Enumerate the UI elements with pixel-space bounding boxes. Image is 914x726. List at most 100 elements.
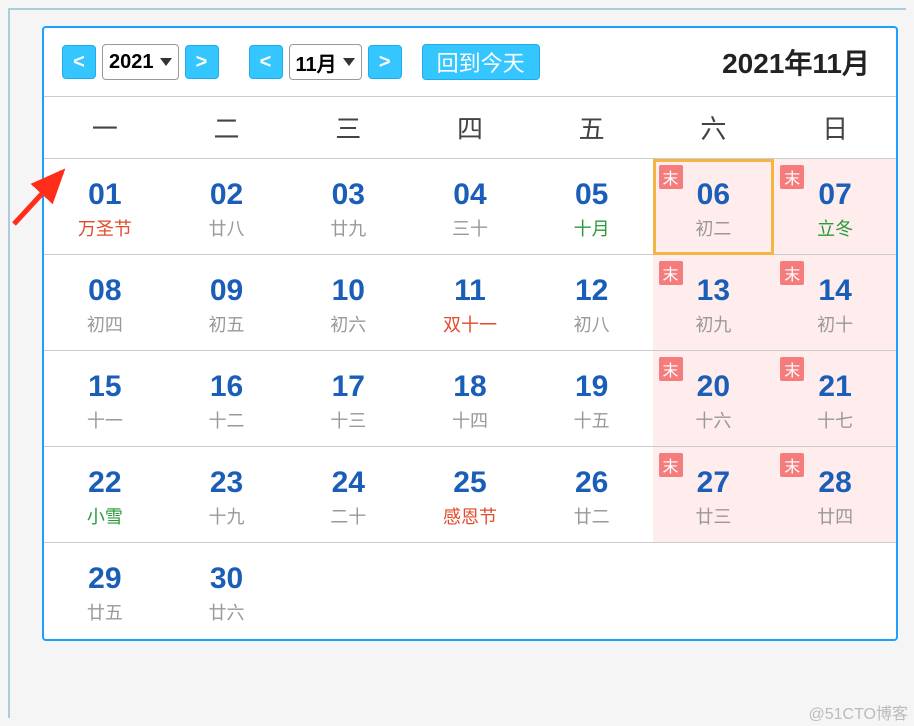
day-sub-label: 初五 [166, 311, 288, 337]
calendar-day-cell[interactable]: 08 初四 [44, 255, 166, 351]
day-sub-label: 初二 [653, 215, 775, 241]
weekday-header: 六 [653, 97, 775, 159]
calendar-day-cell[interactable]: 04三十 [409, 159, 531, 255]
day-sub-label: 十月 [531, 215, 653, 241]
calendar-day-cell[interactable]: 26 廿二 [531, 447, 653, 543]
day-sub-label: 二十 [287, 503, 409, 529]
calendar-day-cell[interactable]: 末20十六 [653, 351, 775, 447]
calendar-controls: < 2021 > < 11月 > 回到今天 2021年11月 [44, 42, 896, 96]
weekend-badge: 末 [780, 453, 804, 477]
weekend-badge: 末 [659, 165, 683, 189]
calendar-day-cell[interactable]: 11 双十一 [409, 255, 531, 351]
calendar-day-cell[interactable]: 末27廿三 [653, 447, 775, 543]
day-number: 08 [44, 274, 166, 307]
calendar-day-cell[interactable]: 17十三 [287, 351, 409, 447]
calendar-day-cell[interactable]: 30 廿六 [166, 543, 288, 639]
day-sub-label: 十九 [166, 503, 288, 529]
day-sub-label: 廿二 [531, 503, 653, 529]
day-number: 24 [287, 466, 409, 499]
day-sub-label: 廿四 [774, 503, 896, 529]
calendar-day-cell[interactable]: 18十四 [409, 351, 531, 447]
day-number: 22 [44, 466, 166, 499]
year-value: 2021 [109, 51, 154, 74]
weekend-badge: 末 [780, 357, 804, 381]
day-sub-label: 十七 [774, 407, 896, 433]
calendar-day-cell[interactable]: 末28廿四 [774, 447, 896, 543]
day-sub-label: 小雪 [44, 503, 166, 529]
day-sub-label: 双十一 [409, 311, 531, 337]
calendar-day-cell[interactable]: 25感恩节 [409, 447, 531, 543]
calendar-table: 一二三四五六日 01万圣节02廿八03廿九04三十05十月末06初二末07立冬0… [44, 96, 896, 639]
day-sub-label: 十六 [653, 407, 775, 433]
calendar-day-cell[interactable]: 22 小雪 [44, 447, 166, 543]
calendar-day-cell[interactable]: 末14初十 [774, 255, 896, 351]
calendar-week-row: 15 十一16十二17十三18十四19十五末20十六末21十七 [44, 351, 896, 447]
day-number: 10 [287, 274, 409, 307]
day-sub-label: 十五 [531, 407, 653, 433]
calendar-day-cell[interactable]: 09 初五 [166, 255, 288, 351]
calendar-day-cell[interactable]: 末21十七 [774, 351, 896, 447]
day-number: 09 [166, 274, 288, 307]
calendar-title: 2021年11月 [722, 42, 878, 82]
calendar-day-cell[interactable]: 29廿五 [44, 543, 166, 639]
day-sub-label: 廿八 [166, 215, 288, 241]
calendar-day-cell[interactable]: 12初八 [531, 255, 653, 351]
next-year-button[interactable]: > [185, 45, 219, 79]
calendar-week-row: 29廿五30 廿六 [44, 543, 896, 639]
prev-month-button[interactable]: < [249, 45, 283, 79]
calendar-day-cell[interactable]: 19十五 [531, 351, 653, 447]
calendar-day-cell[interactable]: 02廿八 [166, 159, 288, 255]
day-sub-label: 十三 [287, 407, 409, 433]
chevron-down-icon [343, 58, 355, 66]
day-number: 30 [166, 562, 288, 595]
day-number: 03 [287, 178, 409, 211]
day-number: 01 [44, 178, 166, 211]
next-month-button[interactable]: > [368, 45, 402, 79]
calendar-widget: < 2021 > < 11月 > 回到今天 2021年11月 一二三四五六日 0… [42, 26, 898, 641]
calendar-day-cell[interactable]: 05 十月 [531, 159, 653, 255]
calendar-week-row: 01 万圣节02廿八03廿九04三十05 十月末06初二末07立冬 [44, 159, 896, 255]
calendar-day-cell[interactable]: 24 二十 [287, 447, 409, 543]
watermark-text: @51CTO博客 [808, 700, 908, 724]
day-sub-label: 十一 [44, 407, 166, 433]
year-select[interactable]: 2021 [102, 44, 179, 80]
calendar-day-cell [774, 543, 896, 639]
calendar-day-cell[interactable]: 末07立冬 [774, 159, 896, 255]
calendar-day-cell [653, 543, 775, 639]
weekday-header-row: 一二三四五六日 [44, 97, 896, 159]
weekend-badge: 末 [659, 453, 683, 477]
day-number: 11 [409, 274, 531, 307]
day-sub-label: 初四 [44, 311, 166, 337]
day-sub-label: 万圣节 [44, 215, 166, 241]
day-number: 15 [44, 370, 166, 403]
calendar-week-row: 22 小雪23十九24 二十25感恩节26 廿二末27廿三末28廿四 [44, 447, 896, 543]
calendar-week-row: 08 初四09 初五10初六11 双十一12初八末13初九末14初十 [44, 255, 896, 351]
calendar-day-cell[interactable]: 16十二 [166, 351, 288, 447]
day-sub-label: 廿六 [166, 599, 288, 625]
weekend-badge: 末 [659, 357, 683, 381]
weekend-badge: 末 [780, 261, 804, 285]
weekend-badge: 末 [659, 261, 683, 285]
prev-year-button[interactable]: < [62, 45, 96, 79]
day-sub-label: 立冬 [774, 215, 896, 241]
day-sub-label: 初九 [653, 311, 775, 337]
calendar-day-cell [287, 543, 409, 639]
weekend-badge: 末 [780, 165, 804, 189]
calendar-day-cell[interactable]: 末06初二 [653, 159, 775, 255]
calendar-day-cell[interactable]: 03廿九 [287, 159, 409, 255]
calendar-day-cell [409, 543, 531, 639]
calendar-day-cell[interactable]: 23十九 [166, 447, 288, 543]
day-number: 26 [531, 466, 653, 499]
day-number: 05 [531, 178, 653, 211]
day-sub-label: 廿三 [653, 503, 775, 529]
go-today-button[interactable]: 回到今天 [422, 44, 540, 80]
day-number: 29 [44, 562, 166, 595]
calendar-day-cell[interactable]: 10初六 [287, 255, 409, 351]
calendar-day-cell[interactable]: 01 万圣节 [44, 159, 166, 255]
month-select[interactable]: 11月 [289, 44, 362, 80]
day-sub-label: 十四 [409, 407, 531, 433]
calendar-day-cell[interactable]: 末13初九 [653, 255, 775, 351]
calendar-day-cell[interactable]: 15 十一 [44, 351, 166, 447]
weekday-header: 一 [44, 97, 166, 159]
day-number: 04 [409, 178, 531, 211]
